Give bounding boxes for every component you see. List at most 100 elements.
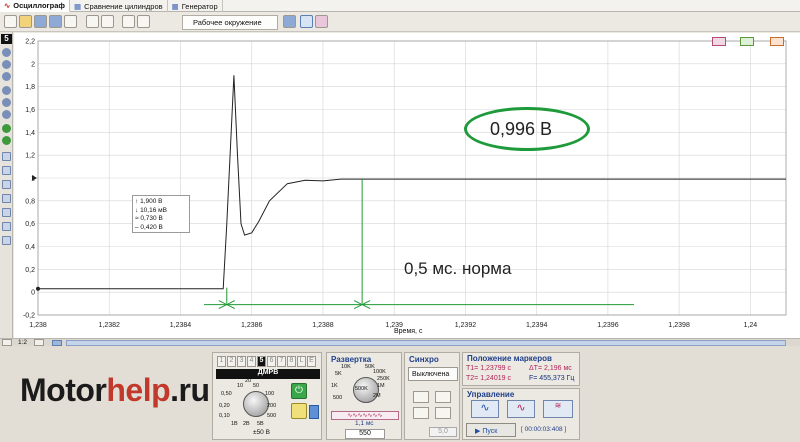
voltage-scale-label: 50 [253,383,260,389]
view-grid-button[interactable] [315,15,328,28]
markers-title: Положение маркеров [467,354,552,363]
measure-tool-icon[interactable] [2,166,11,175]
channel-tab-1[interactable]: 1 [217,356,226,367]
arrow-up-icon[interactable] [2,124,11,133]
y-tick-label: 0 [31,290,35,297]
copy-button[interactable] [86,15,99,28]
trace-start-dot [36,286,40,291]
sync-auto-button[interactable] [435,407,451,419]
sync-rise-button[interactable] [413,391,429,403]
sweep-panel: Развертка 10K 50K 5K 100K 250K 1K 500K 1M 500 2M … [326,352,402,440]
sync-mode-select[interactable]: Выключена [408,367,458,381]
y-tick-label: 2,2 [25,39,35,46]
control-title: Управление [467,390,515,399]
zoom-out-icon[interactable] [2,60,11,69]
zoom-in-icon[interactable] [2,48,11,57]
tab-generator[interactable]: ▦ Генератор [168,0,223,12]
delete-button[interactable] [122,15,135,28]
workspace-save-button[interactable] [283,15,296,28]
mode-noise-button[interactable]: ≋ [543,400,573,418]
channel-tab-2[interactable]: 2 [227,356,236,367]
play-probe-button[interactable] [291,403,307,419]
mode-wave-button[interactable]: ∿ [507,400,535,418]
scroll-down-icon[interactable] [2,110,11,119]
x-tick-label: 1,2398 [668,322,690,329]
x-tick-label: 1,238 [29,322,47,329]
zoom-out-button[interactable] [2,339,12,346]
channel-tab-6[interactable]: 6 [267,356,276,367]
tab-oscilloscope[interactable]: ∿ Осциллограф [0,0,70,12]
x-tick-label: 1,2386 [241,322,263,329]
channel-tab-L[interactable]: L [297,356,306,367]
sync-panel: Синхро Выключена 5,0 [404,352,460,440]
mode-sine-button[interactable]: ∿ [471,400,499,418]
annotation-note: 0,5 мс. норма [404,259,512,278]
oscilloscope-plot[interactable]: 1,238 1,2382 1,2384 1,2386 1,2388 1,239 1,2392… [14,33,800,338]
voltage-scale-label: 500 [267,413,277,419]
zoom-in-button[interactable] [34,339,44,346]
table-tool-icon[interactable] [2,208,11,217]
x-tick-label: 1,2392 [455,322,477,329]
x-tick-label: 1,2384 [170,322,192,329]
sync-single-button[interactable] [413,407,429,419]
horizontal-scrollbar[interactable]: 1:2 [0,338,800,346]
signal-trace [38,75,786,290]
marker-t1-button[interactable] [712,37,726,46]
power-button[interactable]: ⏻ [291,383,307,399]
workspace-select[interactable]: Рабочее окружение [182,15,278,30]
marker-t1-value: T1= 1,23799 с [466,365,511,372]
sweep-scale-label: 1M [377,383,385,389]
samples-input[interactable]: 550 [345,429,385,439]
sync-title: Синхро [409,355,439,364]
toolbar: Рабочее окружение [0,12,800,32]
sync-level-input[interactable]: 5,0 [429,427,457,437]
tab-bar: ∿ Осциллограф ▦ Сравнение цилиндров ▦ Генер… [0,0,800,12]
scroll-up-icon[interactable] [2,86,11,95]
marker-t2-value: T2= 1,24019 с [466,375,511,382]
x-tick-label: 1,2382 [99,322,121,329]
scale-value: ±50 В [253,429,270,436]
generator-icon: ▦ [171,1,179,11]
markers-panel: Положение маркеров T1= 1,23799 с ΔT= 2,1… [462,352,580,386]
scroll-center-icon[interactable] [2,98,11,107]
new-file-button[interactable] [4,15,17,28]
sync-fall-button[interactable] [435,391,451,403]
channel-tab-8[interactable]: 8 [287,356,296,367]
start-button[interactable]: ▶ Пуск [466,423,516,437]
list-tool-icon[interactable] [2,194,11,203]
tab-cylinder-compare[interactable]: ▦ Сравнение цилиндров [70,0,168,12]
marker-delta-button[interactable] [770,37,784,46]
y-tick-label: 0,2 [25,267,35,274]
zoom-reset-icon[interactable] [2,72,11,81]
print-button[interactable] [64,15,77,28]
y-tick-label: 1,4 [25,130,35,137]
control-panel: Управление ∿ ∿ ≋ ▶ Пуск [ 00:00:03:408 ] [462,388,580,440]
marker-freq-value: F= 455,373 Гц [529,375,575,382]
graph-tool-icon[interactable] [2,222,11,231]
sweep-scale-label: 500 [333,395,343,401]
channel-tab-E[interactable]: E [307,356,316,367]
legend-min: ↓ 10,16 мВ [135,206,167,214]
settings-tool-icon[interactable] [2,236,11,245]
channel-tab-4[interactable]: 4 [247,356,256,367]
calc-button[interactable] [309,405,319,419]
cursor-tool-icon[interactable] [2,152,11,161]
open-folder-button[interactable] [19,15,32,28]
voltage-scale-label: 0,50 [221,391,232,397]
marker-t2-button[interactable] [740,37,754,46]
text-tool-icon[interactable] [2,180,11,189]
legend-max: ↑ 1,900 В [135,198,163,205]
info-button[interactable] [137,15,150,28]
oscillogram-chart: 1,238 1,2382 1,2384 1,2386 1,2388 1,239 1,2392… [23,39,787,329]
arrow-down-icon[interactable] [2,136,11,145]
paste-button[interactable] [101,15,114,28]
save-button[interactable] [34,15,47,28]
view-single-button[interactable] [300,15,313,28]
channel-tab-7[interactable]: 7 [277,356,286,367]
save-as-button[interactable] [49,15,62,28]
oscilloscope-icon: ∿ [4,1,11,10]
voltage-scale-label: 0,20 [219,403,230,409]
legend-rms: ≈ 0,730 В [135,215,163,222]
channel-tab-3[interactable]: 3 [237,356,246,367]
channel-tab-5[interactable]: 5 [257,356,266,367]
